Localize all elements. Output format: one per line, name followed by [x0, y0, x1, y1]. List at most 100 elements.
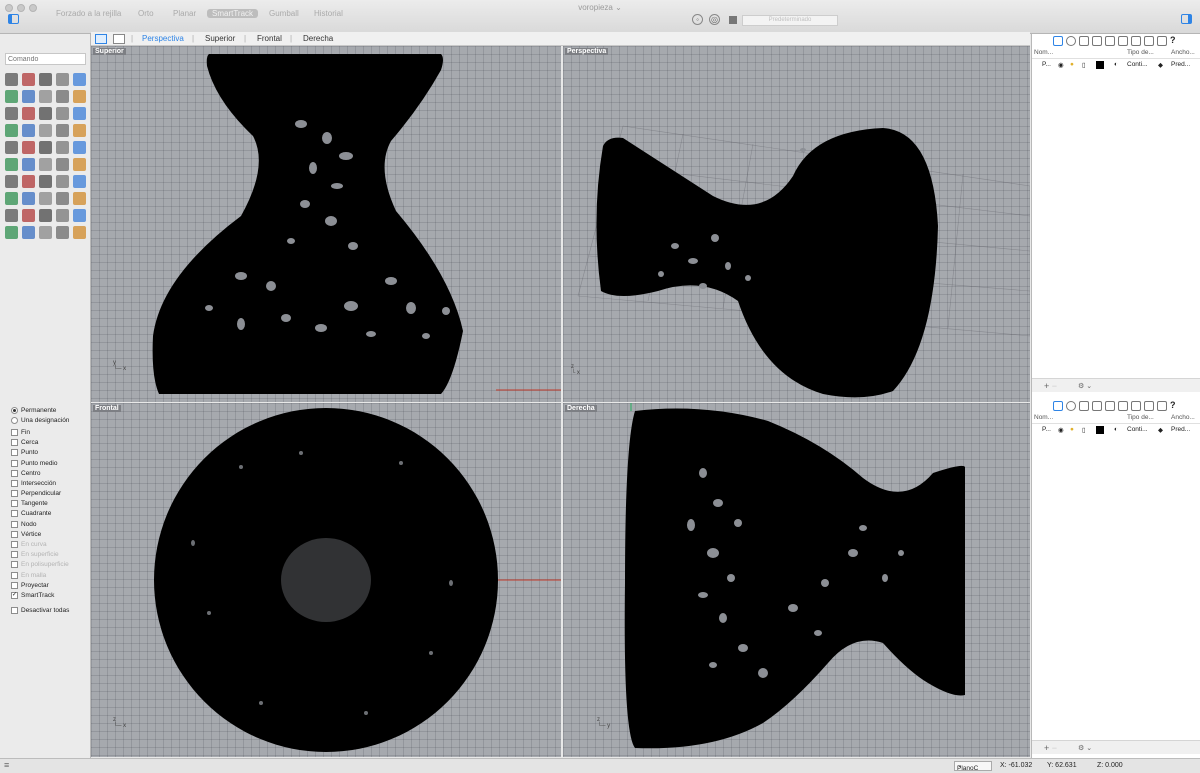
tool-button-icon[interactable] — [73, 90, 86, 103]
cube-icon[interactable] — [1092, 401, 1102, 411]
osnap-option[interactable]: Cuadrante — [11, 509, 69, 519]
tool-button-icon[interactable] — [5, 124, 18, 137]
tool-button-icon[interactable] — [22, 175, 35, 188]
left-sidebar-toggle-icon[interactable] — [8, 14, 19, 24]
lock-icon[interactable]: ▯ — [1082, 426, 1086, 434]
current-layer-icon[interactable]: ◉ — [1058, 61, 1064, 69]
layers-icon[interactable] — [1053, 401, 1063, 411]
checkbox-icon[interactable] — [11, 541, 18, 549]
tool-button-icon[interactable] — [39, 90, 52, 103]
radio-icon[interactable] — [11, 406, 18, 414]
tool-button-icon[interactable] — [5, 107, 18, 120]
checkbox-icon[interactable] — [11, 459, 18, 467]
osnap-option[interactable]: En malla — [11, 570, 69, 580]
tool-button-icon[interactable] — [73, 192, 86, 205]
ortho-toggle[interactable]: Orto — [138, 9, 154, 18]
right-sidebar-toggle-icon[interactable] — [1181, 14, 1192, 24]
add-layer-button[interactable]: + − — [1044, 381, 1057, 391]
cube-icon[interactable] — [1092, 36, 1102, 46]
tool-button-icon[interactable] — [73, 175, 86, 188]
help-icon[interactable]: ? — [1170, 36, 1180, 46]
command-input[interactable] — [5, 53, 86, 65]
tool-button-icon[interactable] — [39, 73, 52, 86]
tool-button-icon[interactable] — [56, 158, 69, 171]
osnap-option[interactable]: Centro — [11, 468, 69, 478]
tool-button-icon[interactable] — [22, 192, 35, 205]
menu-lines-icon[interactable]: ≡ — [4, 760, 9, 770]
osnap-option[interactable]: Cerca — [11, 438, 69, 448]
print-color-icon[interactable]: ◆ — [1158, 426, 1163, 434]
viewport-front[interactable]: Frontal z └─ x — [91, 403, 561, 757]
tool-button-icon[interactable] — [22, 124, 35, 137]
tab-front[interactable]: Frontal — [257, 34, 282, 43]
tool-button-icon[interactable] — [73, 158, 86, 171]
lock-icon[interactable]: ▯ — [1082, 61, 1086, 69]
grid-snap-toggle[interactable]: Forzado a la rejilla — [56, 9, 121, 18]
tool-button-icon[interactable] — [22, 158, 35, 171]
checkbox-icon[interactable] — [11, 520, 18, 528]
material-icon[interactable]: ◐ — [1114, 61, 1118, 68]
print-color-icon[interactable]: ◆ — [1158, 61, 1163, 69]
checkbox-icon[interactable]: ✓ — [11, 591, 18, 599]
checkbox-icon[interactable] — [11, 571, 18, 579]
osnap-option[interactable]: Nodo — [11, 519, 69, 529]
filter-icon[interactable]: ◦ — [692, 14, 703, 25]
tool-button-icon[interactable] — [5, 209, 18, 222]
checkbox-icon[interactable] — [11, 439, 18, 447]
target-icon[interactable]: ◎ — [709, 14, 720, 25]
smarttrack-toggle[interactable]: SmartTrack — [207, 9, 259, 18]
osnap-option[interactable]: Punto medio — [11, 458, 69, 468]
gear-icon[interactable]: ⚙ ⌄ — [1078, 744, 1092, 752]
osnap-option[interactable]: Vértice — [11, 529, 69, 539]
radio-icon[interactable] — [11, 416, 18, 424]
tool-button-icon[interactable] — [22, 226, 35, 239]
material-icon[interactable]: ◐ — [1114, 426, 1118, 433]
history-toggle[interactable]: Historial — [314, 9, 343, 18]
gumball-toggle[interactable]: Gumball — [269, 9, 299, 18]
layer-color-swatch[interactable] — [1096, 61, 1104, 69]
single-view-layout-icon[interactable] — [113, 34, 125, 44]
osnap-option[interactable]: Fin — [11, 427, 69, 437]
display-icon[interactable] — [1157, 401, 1167, 411]
tool-button-icon[interactable] — [39, 209, 52, 222]
osnap-mode-single[interactable]: Una designación — [11, 415, 69, 425]
lightbulb-icon[interactable]: ● — [1070, 61, 1074, 68]
checkbox-icon[interactable] — [11, 530, 18, 538]
eye-icon[interactable] — [1118, 401, 1128, 411]
image-icon[interactable] — [1144, 401, 1154, 411]
layers-icon[interactable] — [1053, 36, 1063, 46]
tool-button-icon[interactable] — [73, 124, 86, 137]
viewport-perspective[interactable]: Perspectiva z └ x — [563, 46, 1030, 402]
document-icon[interactable] — [1079, 401, 1089, 411]
osnap-option[interactable]: En polisuperficie — [11, 560, 69, 570]
properties-icon[interactable] — [1066, 36, 1076, 46]
tool-button-icon[interactable] — [56, 141, 69, 154]
tool-button-icon[interactable] — [73, 226, 86, 239]
tool-button-icon[interactable] — [56, 175, 69, 188]
tool-button-icon[interactable] — [39, 124, 52, 137]
construction-plane-select[interactable]: PlanoC ⌄ — [954, 761, 992, 772]
tool-button-icon[interactable] — [56, 226, 69, 239]
tab-perspective[interactable]: Perspectiva — [142, 34, 184, 43]
tool-button-icon[interactable] — [56, 107, 69, 120]
osnap-option[interactable]: Tangente — [11, 499, 69, 509]
checkbox-icon[interactable] — [11, 510, 18, 518]
tab-right[interactable]: Derecha — [303, 34, 333, 43]
add-layer-button[interactable]: + − — [1044, 743, 1057, 753]
tool-button-icon[interactable] — [22, 141, 35, 154]
osnap-option[interactable]: En curva — [11, 539, 69, 549]
current-layer-select[interactable]: Predeterminado — [742, 15, 838, 26]
lightbulb-icon[interactable]: ● — [1070, 426, 1074, 433]
layer-row[interactable]: P... ◉ ● ▯ ◐ Conti... ◆ Pred... — [1032, 424, 1200, 436]
tool-button-icon[interactable] — [22, 209, 35, 222]
tool-button-icon[interactable] — [5, 90, 18, 103]
viewport-label-right[interactable]: Derecha — [565, 405, 597, 412]
camera-icon[interactable] — [1105, 36, 1115, 46]
tool-button-icon[interactable] — [5, 158, 18, 171]
checkbox-icon[interactable] — [11, 490, 18, 498]
image-icon[interactable] — [1144, 36, 1154, 46]
help-icon[interactable]: ? — [1170, 401, 1180, 411]
osnap-disable-all[interactable]: Desactivar todas — [11, 606, 69, 616]
gear-icon[interactable]: ⚙ ⌄ — [1078, 382, 1092, 390]
stop-icon[interactable] — [729, 16, 737, 24]
